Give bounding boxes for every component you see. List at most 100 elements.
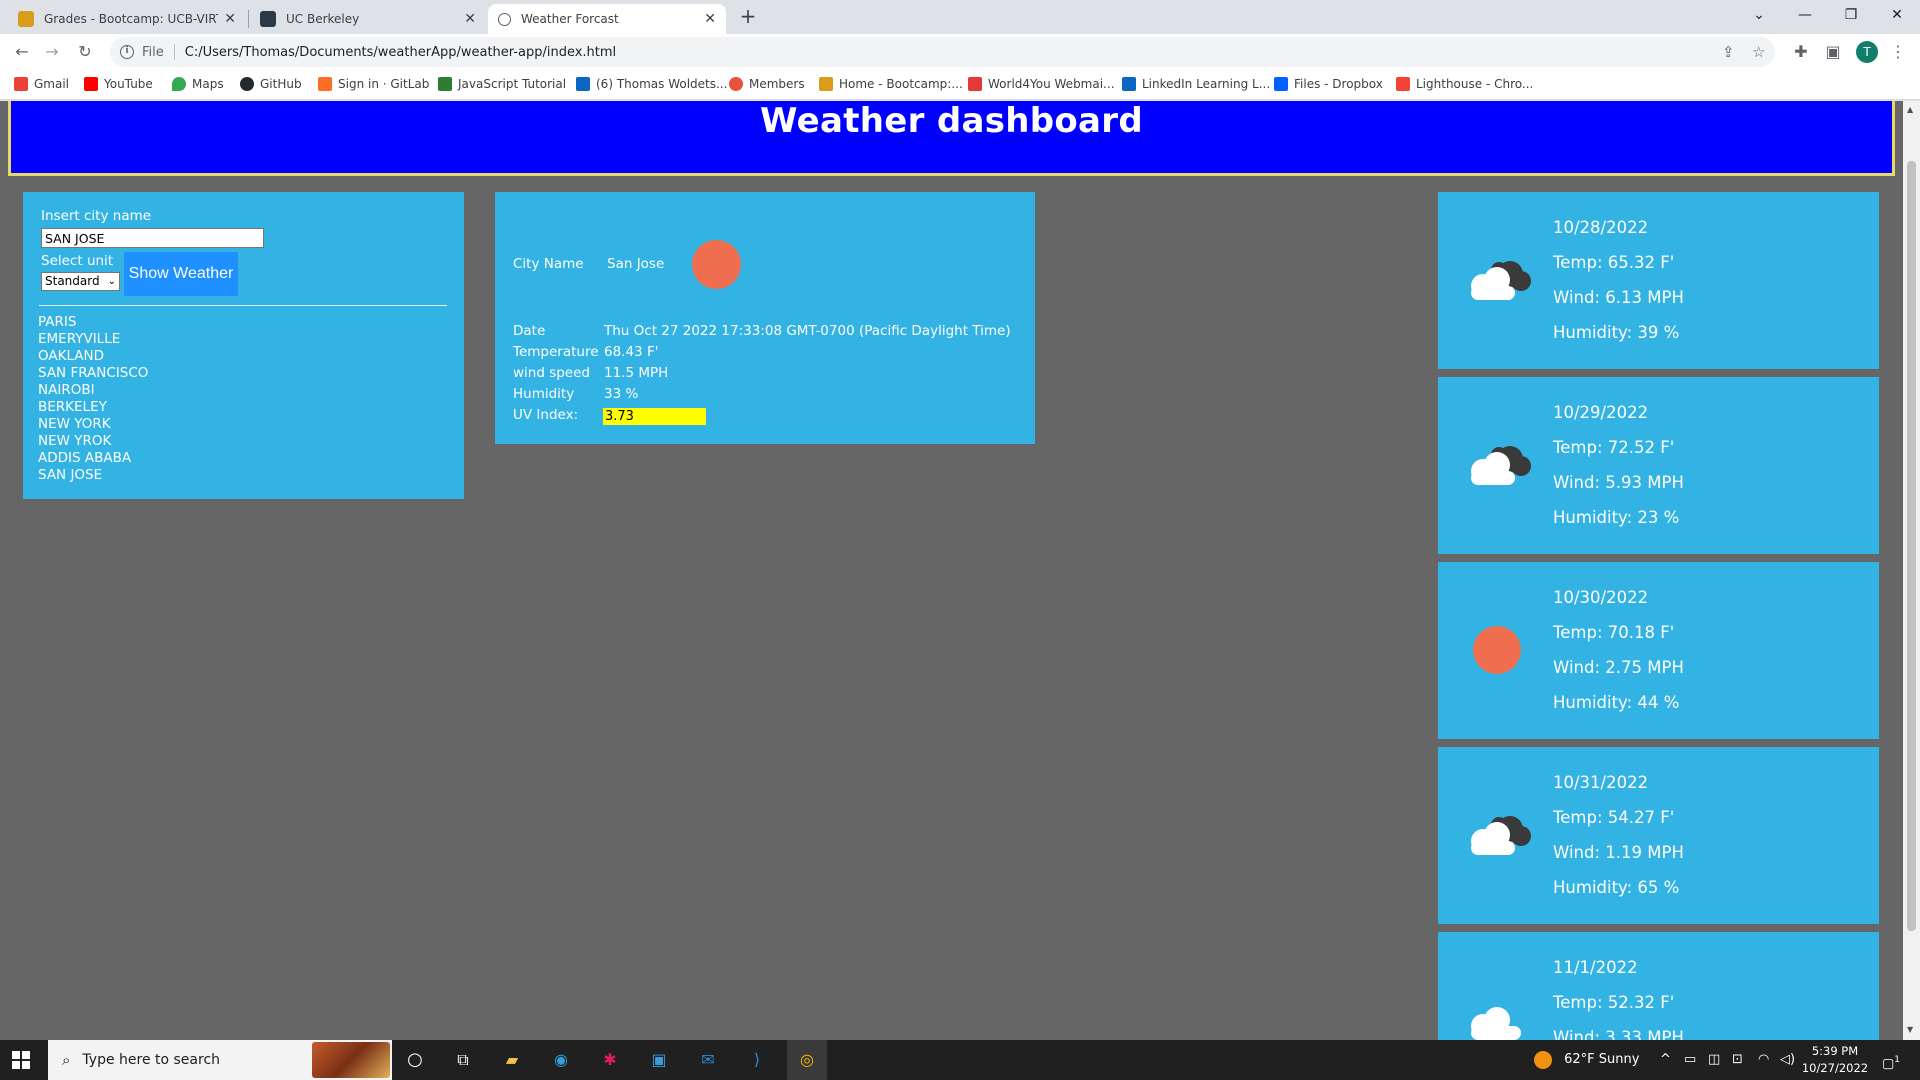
divider <box>39 305 447 306</box>
bookmark-gmail[interactable]: Gmail <box>14 77 69 91</box>
bootcamp-icon <box>819 77 833 91</box>
show-weather-button[interactable]: Show Weather <box>124 252 238 296</box>
bookmark-javascript-tutorial[interactable]: JavaScript Tutorial <box>438 77 566 91</box>
bookmark-label: Files - Dropbox <box>1294 77 1383 91</box>
history-item[interactable]: NAIROBI <box>38 382 148 399</box>
store-icon[interactable]: ▣ <box>647 1048 671 1072</box>
weather-text: 62°F Sunny <box>1564 1052 1640 1067</box>
bookmark-youtube[interactable]: YouTube <box>84 77 153 91</box>
bookmark-linkedin-learning[interactable]: LinkedIn Learning L... <box>1122 77 1270 91</box>
edge-icon[interactable]: ◉ <box>549 1048 573 1072</box>
bookmark-members[interactable]: Members <box>729 77 805 91</box>
profile-avatar[interactable]: T <box>1856 41 1878 63</box>
close-icon[interactable]: ✕ <box>224 11 236 27</box>
forecast-date: 10/30/2022 <box>1553 588 1649 607</box>
display-icon[interactable]: ⊡ <box>1732 1040 1743 1080</box>
bookmark-label: Home - Bootcamp:... <box>839 77 963 91</box>
tab-search-chevron-icon[interactable]: ⌄ <box>1736 0 1782 30</box>
page-scrollbar[interactable]: ▲ ▼ <box>1903 101 1920 1040</box>
history-item[interactable]: SAN FRANCISCO <box>38 365 148 382</box>
show-hidden-icons-icon[interactable]: ^ <box>1660 1040 1671 1080</box>
gmail-icon <box>14 77 28 91</box>
scroll-up-arrow-icon[interactable]: ▲ <box>1907 105 1913 114</box>
cortana-icon[interactable]: ○ <box>403 1048 427 1072</box>
history-item[interactable]: NEW YROK <box>38 433 148 450</box>
temperature-label: Temperature <box>513 344 599 360</box>
minimize-button[interactable]: — <box>1782 0 1828 30</box>
scrollbar-thumb[interactable] <box>1907 161 1916 931</box>
meet-now-icon[interactable]: ◫ <box>1708 1040 1720 1080</box>
history-item[interactable]: NEW YORK <box>38 416 148 433</box>
restore-button[interactable]: ❐ <box>1828 0 1874 30</box>
address-bar[interactable]: i File C:/Users/Thomas/Documents/weather… <box>110 37 1775 67</box>
wind-speed-value: 11.5 MPH <box>604 365 669 381</box>
url-text[interactable]: C:/Users/Thomas/Documents/weatherApp/wea… <box>185 45 616 60</box>
bookmark-github[interactable]: GitHub <box>240 77 302 91</box>
windows-start-icon[interactable] <box>12 1051 30 1069</box>
humidity-value: 33 % <box>604 386 639 402</box>
windows-taskbar: ⌕ Type here to search ○ ⧉ ▰ ◉ ✱ ▣ ✉ ⟩ ◎ … <box>0 1040 1920 1080</box>
bookmark-lighthouse[interactable]: Lighthouse - Chro... <box>1396 77 1533 91</box>
reload-icon[interactable]: ↻ <box>73 40 97 64</box>
slack-icon[interactable]: ✱ <box>598 1048 622 1072</box>
wifi-icon[interactable]: ◠ <box>1758 1040 1769 1080</box>
history-item[interactable]: SAN JOSE <box>38 467 148 484</box>
forecast-card: 10/30/2022 Temp: 70.18 F' Wind: 2.75 MPH… <box>1438 562 1879 739</box>
extensions-icon[interactable]: ✚ <box>1789 40 1813 64</box>
close-icon[interactable]: ✕ <box>464 11 476 27</box>
history-item[interactable]: BERKELEY <box>38 399 148 416</box>
search-highlight-image <box>312 1042 390 1078</box>
menu-kebab-icon[interactable]: ⋮ <box>1886 40 1910 64</box>
city-name-label: City Name <box>513 256 584 272</box>
bookmark-linkedin-profile[interactable]: (6) Thomas Woldets... <box>576 77 727 91</box>
tab-uc-berkeley[interactable]: UC Berkeley ✕ <box>250 4 486 34</box>
file-scheme-label: File <box>142 44 164 60</box>
tab-grades[interactable]: Grades - Bootcamp: UCB-VIRT-FS ✕ <box>8 4 246 34</box>
task-view-icon[interactable]: ⧉ <box>451 1048 475 1072</box>
history-item[interactable]: ADDIS ABABA <box>38 450 148 467</box>
bookmark-gitlab[interactable]: Sign in · GitLab <box>318 77 429 91</box>
sun-icon <box>692 240 741 289</box>
date-value: Thu Oct 27 2022 17:33:08 GMT-0700 (Pacif… <box>604 323 1011 339</box>
side-panel-icon[interactable]: ▣ <box>1821 40 1845 64</box>
history-item[interactable]: PARIS <box>38 314 148 331</box>
temperature-value: 68.43 F' <box>604 344 659 360</box>
close-window-button[interactable]: ✕ <box>1874 0 1920 30</box>
volume-icon[interactable]: ◁) <box>1780 1040 1795 1080</box>
forecast-wind: Wind: 5.93 MPH <box>1553 473 1684 492</box>
tab-weather-forcast[interactable]: Weather Forcast ✕ <box>488 4 726 34</box>
history-item[interactable]: EMERYVILLE <box>38 331 148 348</box>
system-clock[interactable]: 5:39 PM 10/27/2022 <box>1800 1043 1870 1077</box>
chrome-icon[interactable]: ◎ <box>787 1040 827 1080</box>
forward-arrow-icon[interactable]: → <box>40 40 64 64</box>
cloud-icon <box>1471 1007 1521 1040</box>
back-arrow-icon[interactable]: ← <box>10 40 34 64</box>
file-explorer-icon[interactable]: ▰ <box>500 1048 524 1072</box>
weather-widget[interactable]: 62°F Sunny <box>1534 1040 1639 1080</box>
history-item[interactable]: OAKLAND <box>38 348 148 365</box>
unit-select-label: Select unit <box>41 253 114 269</box>
scroll-down-arrow-icon[interactable]: ▼ <box>1907 1025 1913 1034</box>
cloud-icon <box>1471 261 1531 300</box>
share-icon[interactable]: ⇪ <box>1722 37 1735 67</box>
bookmark-home-bootcamp[interactable]: Home - Bootcamp:... <box>819 77 963 91</box>
star-icon[interactable]: ☆ <box>1752 37 1765 67</box>
new-tab-button[interactable]: + <box>736 5 760 29</box>
battery-icon[interactable]: ▭ <box>1684 1040 1696 1080</box>
taskbar-search-box[interactable]: ⌕ Type here to search <box>48 1040 392 1080</box>
bookmark-world4you[interactable]: World4You Webmai... <box>968 77 1115 91</box>
info-icon[interactable]: i <box>120 45 134 59</box>
city-input[interactable] <box>41 228 264 248</box>
vscode-icon[interactable]: ⟩ <box>745 1048 769 1072</box>
notifications-icon[interactable]: ▢1 <box>1882 1040 1900 1080</box>
bookmark-dropbox[interactable]: Files - Dropbox <box>1274 77 1383 91</box>
forecast-temp: Temp: 70.18 F' <box>1553 623 1675 642</box>
cloud-icon <box>1471 816 1531 855</box>
close-icon[interactable]: ✕ <box>704 11 716 27</box>
forecast-temp: Temp: 72.52 F' <box>1553 438 1675 457</box>
unit-select[interactable]: Standard ⌄ <box>41 272 120 291</box>
gitlab-icon <box>318 77 332 91</box>
bookmark-maps[interactable]: Maps <box>172 77 224 91</box>
mail-icon[interactable]: ✉ <box>696 1048 720 1072</box>
bookmarks-bar: Gmail YouTube Maps GitHub Sign in · GitL… <box>0 70 1920 100</box>
